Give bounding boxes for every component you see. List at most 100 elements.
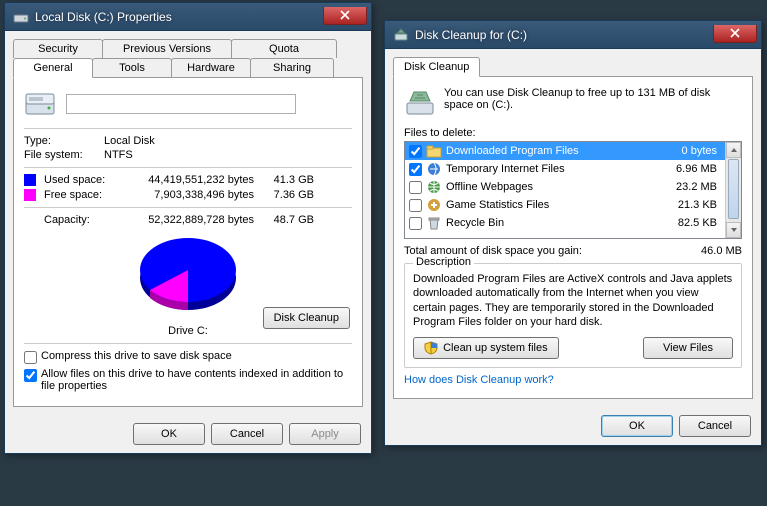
cleanup-close-button[interactable] bbox=[713, 25, 757, 43]
file-checkbox[interactable] bbox=[409, 181, 422, 194]
used-bytes: 44,419,551,232 bytes bbox=[124, 174, 254, 186]
file-name: Recycle Bin bbox=[446, 217, 661, 229]
tab-row-lower: General Tools Hardware Sharing bbox=[13, 58, 363, 78]
disk-cleanup-button[interactable]: Disk Cleanup bbox=[263, 307, 350, 329]
drive-icon-small bbox=[13, 9, 29, 25]
folder-icon bbox=[426, 143, 442, 159]
tab-row-upper: Security Previous Versions Quota bbox=[13, 39, 363, 58]
filesystem-label: File system: bbox=[24, 149, 104, 161]
cleanup-tabrow: Disk Cleanup bbox=[393, 57, 753, 77]
description-text: Downloaded Program Files are ActiveX con… bbox=[413, 272, 733, 329]
index-checkbox-row[interactable]: Allow files on this drive to have conten… bbox=[24, 368, 352, 392]
file-row[interactable]: Downloaded Program Files0 bytes bbox=[405, 142, 725, 160]
file-checkbox[interactable] bbox=[409, 163, 422, 176]
game-icon bbox=[426, 197, 442, 213]
file-size: 21.3 KB bbox=[661, 199, 721, 211]
divider bbox=[24, 128, 352, 129]
index-checkbox[interactable] bbox=[24, 369, 37, 382]
file-row[interactable]: Offline Webpages23.2 MB bbox=[405, 178, 725, 196]
cleanup-buttonbar: OK Cancel bbox=[385, 407, 761, 445]
file-row[interactable]: Temporary Internet Files6.96 MB bbox=[405, 160, 725, 178]
cleanup-icon bbox=[404, 87, 436, 119]
tab-hardware[interactable]: Hardware bbox=[171, 58, 251, 77]
apply-button[interactable]: Apply bbox=[289, 423, 361, 445]
type-value: Local Disk bbox=[104, 135, 155, 147]
index-label: Allow files on this drive to have conten… bbox=[41, 368, 352, 392]
properties-window: Local Disk (C:) Properties Security Prev… bbox=[4, 2, 372, 454]
cleanup-titlebar[interactable]: Disk Cleanup for (C:) bbox=[385, 21, 761, 49]
capacity-gb: 48.7 GB bbox=[254, 214, 314, 226]
filesystem-value: NTFS bbox=[104, 149, 133, 161]
ok-button[interactable]: OK bbox=[601, 415, 673, 437]
scroll-down-icon[interactable] bbox=[726, 222, 741, 238]
tab-sharing[interactable]: Sharing bbox=[250, 58, 334, 77]
used-swatch bbox=[24, 174, 36, 186]
tab-previous-versions[interactable]: Previous Versions bbox=[102, 39, 232, 58]
file-name: Offline Webpages bbox=[446, 181, 661, 193]
file-name: Game Statistics Files bbox=[446, 199, 661, 211]
tab-disk-cleanup[interactable]: Disk Cleanup bbox=[393, 57, 480, 77]
capacity-label: Capacity: bbox=[44, 214, 124, 226]
file-checkbox[interactable] bbox=[409, 145, 422, 158]
ok-button[interactable]: OK bbox=[133, 423, 205, 445]
total-value: 46.0 MB bbox=[672, 245, 742, 257]
file-checkbox[interactable] bbox=[409, 217, 422, 230]
description-group: Description Downloaded Program Files are… bbox=[404, 263, 742, 368]
compress-checkbox[interactable] bbox=[24, 351, 37, 364]
general-tab-content: Type:Local Disk File system:NTFS Used sp… bbox=[13, 78, 363, 407]
cleanup-icon-small bbox=[393, 27, 409, 43]
divider bbox=[24, 207, 352, 208]
tab-tools[interactable]: Tools bbox=[92, 58, 172, 77]
disk-cleanup-window: Disk Cleanup for (C:) Disk Cleanup You c… bbox=[384, 20, 762, 446]
cancel-button[interactable]: Cancel bbox=[679, 415, 751, 437]
scroll-thumb[interactable] bbox=[728, 159, 739, 219]
used-gb: 41.3 GB bbox=[254, 174, 314, 186]
properties-titlebar[interactable]: Local Disk (C:) Properties bbox=[5, 3, 371, 31]
file-checkbox[interactable] bbox=[409, 199, 422, 212]
free-label: Free space: bbox=[44, 189, 124, 201]
tab-quota[interactable]: Quota bbox=[231, 39, 337, 58]
free-swatch bbox=[24, 189, 36, 201]
used-label: Used space: bbox=[44, 174, 124, 186]
cleanup-title: Disk Cleanup for (C:) bbox=[415, 28, 713, 42]
cleanup-top-text: You can use Disk Cleanup to free up to 1… bbox=[444, 87, 742, 119]
tab-general[interactable]: General bbox=[13, 58, 93, 78]
file-list-scrollbar[interactable] bbox=[725, 142, 741, 238]
ie-icon bbox=[426, 161, 442, 177]
file-name: Downloaded Program Files bbox=[446, 145, 661, 157]
pie-chart bbox=[128, 230, 248, 320]
properties-close-button[interactable] bbox=[323, 7, 367, 25]
cleanup-system-files-button[interactable]: Clean up system files bbox=[413, 337, 559, 359]
file-row[interactable]: Recycle Bin82.5 KB bbox=[405, 214, 725, 232]
scroll-up-icon[interactable] bbox=[726, 142, 741, 158]
help-link[interactable]: How does Disk Cleanup work? bbox=[404, 374, 742, 386]
file-list: Downloaded Program Files0 bytesTemporary… bbox=[404, 141, 742, 239]
drive-icon bbox=[24, 88, 56, 120]
free-bytes: 7,903,338,496 bytes bbox=[124, 189, 254, 201]
type-label: Type: bbox=[24, 135, 104, 147]
properties-buttonbar: OK Cancel Apply bbox=[5, 415, 371, 453]
capacity-bytes: 52,322,889,728 bytes bbox=[124, 214, 254, 226]
cancel-button[interactable]: Cancel bbox=[211, 423, 283, 445]
shield-icon bbox=[424, 341, 438, 355]
files-label: Files to delete: bbox=[404, 127, 742, 139]
file-size: 6.96 MB bbox=[661, 163, 721, 175]
view-files-button[interactable]: View Files bbox=[643, 337, 733, 359]
compress-checkbox-row[interactable]: Compress this drive to save disk space bbox=[24, 350, 352, 364]
file-size: 0 bytes bbox=[661, 145, 721, 157]
cleanup-tab-content: You can use Disk Cleanup to free up to 1… bbox=[393, 77, 753, 399]
bin-icon bbox=[426, 215, 442, 231]
divider bbox=[24, 167, 352, 168]
file-name: Temporary Internet Files bbox=[446, 163, 661, 175]
tab-security[interactable]: Security bbox=[13, 39, 103, 58]
file-size: 23.2 MB bbox=[661, 181, 721, 193]
file-size: 82.5 KB bbox=[661, 217, 721, 229]
description-legend: Description bbox=[413, 256, 474, 268]
compress-label: Compress this drive to save disk space bbox=[41, 350, 232, 362]
file-row[interactable]: Game Statistics Files21.3 KB bbox=[405, 196, 725, 214]
properties-title: Local Disk (C:) Properties bbox=[35, 10, 323, 24]
volume-name-input[interactable] bbox=[66, 94, 296, 114]
free-gb: 7.36 GB bbox=[254, 189, 314, 201]
divider bbox=[24, 343, 352, 344]
globe-icon bbox=[426, 179, 442, 195]
